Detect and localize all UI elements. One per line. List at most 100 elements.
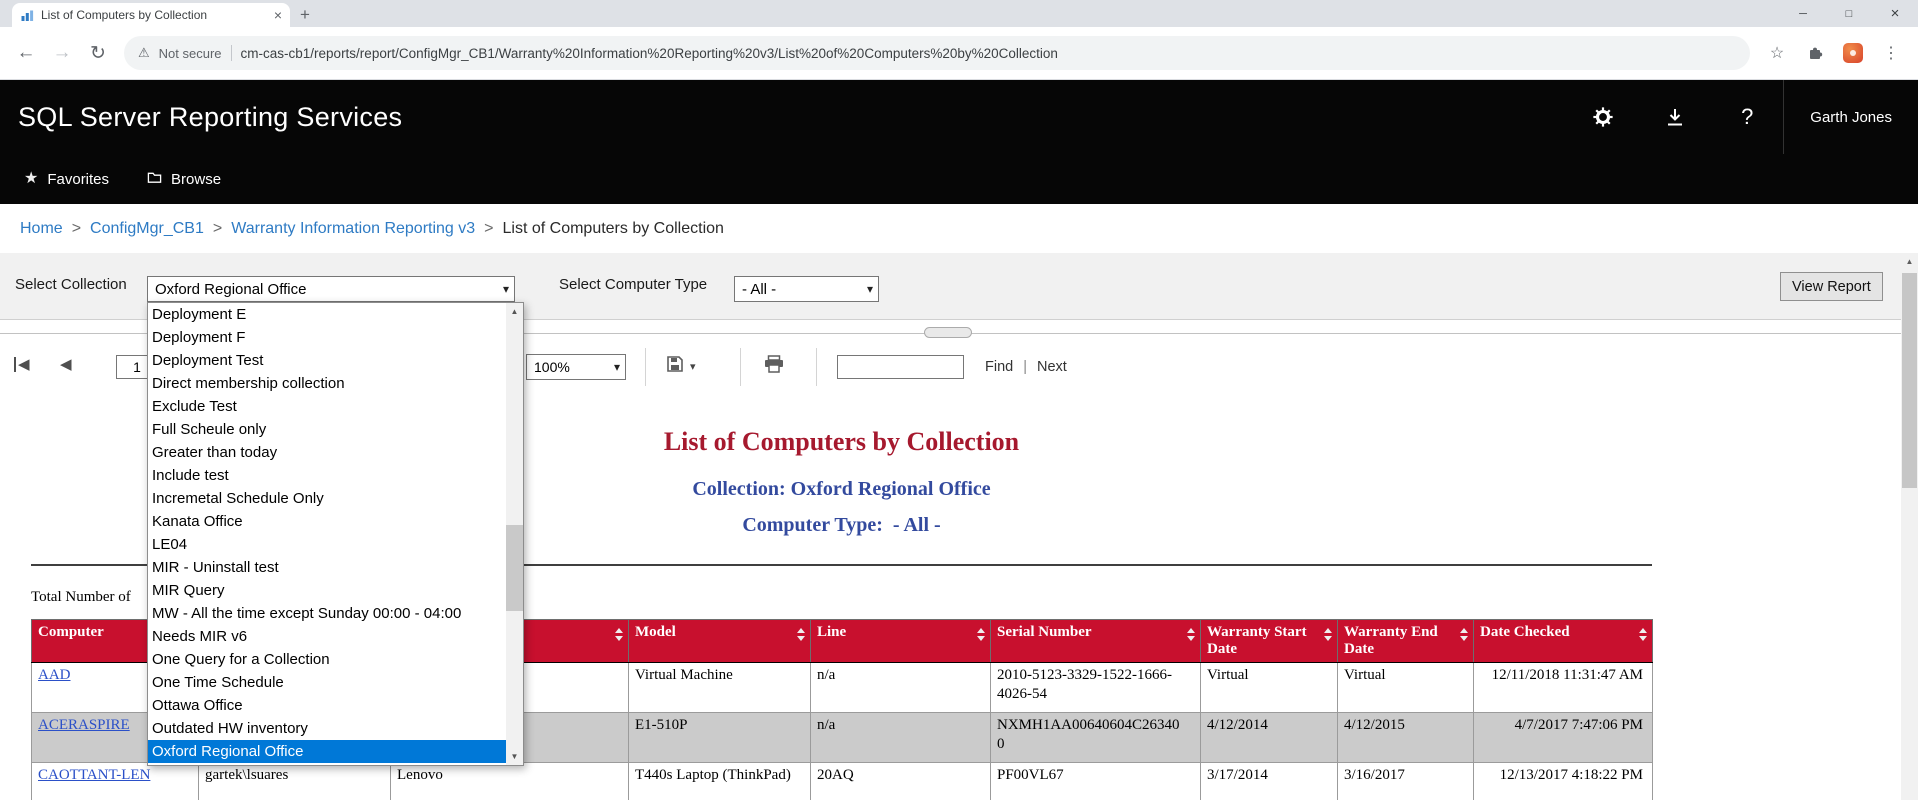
chevron-down-icon: ▾	[503, 282, 509, 296]
favorites-star-icon: ★	[24, 171, 38, 187]
warranty-start-cell: Virtual	[1201, 663, 1338, 713]
dropdown-option[interactable]: Direct membership collection	[148, 372, 506, 395]
scroll-up-icon[interactable]: ▲	[1901, 253, 1918, 270]
column-header-warranty-end[interactable]: Warranty End Date	[1338, 620, 1474, 663]
dropdown-scrollbar-thumb[interactable]	[506, 525, 523, 611]
browser-tab[interactable]: List of Computers by Collection ×	[12, 3, 290, 27]
next-link[interactable]: Next	[1037, 359, 1067, 375]
page-scrollbar-thumb[interactable]	[1902, 273, 1917, 488]
browse-nav-item[interactable]: Browse	[147, 170, 221, 189]
column-header-serial[interactable]: Serial Number	[991, 620, 1201, 663]
export-save-button[interactable]: ▾	[666, 355, 696, 378]
collection-select[interactable]: Oxford Regional Office ▾	[147, 276, 515, 302]
dropdown-option[interactable]: MW - All the time except Sunday 00:00 - …	[148, 602, 506, 625]
forward-button[interactable]: →	[46, 37, 78, 69]
breadcrumb-separator: >	[72, 220, 81, 238]
dropdown-option[interactable]: Exclude Test	[148, 395, 506, 418]
manufacturer-cell: Lenovo	[391, 763, 629, 800]
close-window-button[interactable]: ×	[1872, 0, 1918, 27]
dropdown-option[interactable]: LE04	[148, 533, 506, 556]
find-text-input[interactable]	[837, 355, 964, 379]
dropdown-option[interactable]: Ottawa Office	[148, 694, 506, 717]
computer-link[interactable]: CAOTTANT-LEN	[38, 767, 150, 783]
dropdown-option-selected[interactable]: Oxford Regional Office	[148, 740, 506, 763]
dropdown-option[interactable]: Greater than today	[148, 441, 506, 464]
browser-menu-icon[interactable]: ⋮	[1874, 37, 1908, 69]
maximize-button[interactable]: □	[1826, 0, 1872, 27]
breadcrumb-warranty-folder[interactable]: Warranty Information Reporting v3	[231, 220, 475, 238]
warranty-end-cell: 4/12/2015	[1338, 713, 1474, 763]
sort-icon	[1460, 628, 1469, 641]
warranty-end-cell: 3/16/2017	[1338, 763, 1474, 800]
browser-extension-icon[interactable]	[1836, 37, 1870, 69]
dropdown-option[interactable]: Deployment Test	[148, 349, 506, 372]
dropdown-option[interactable]: Outdated HW inventory	[148, 717, 506, 740]
breadcrumb-configmgr[interactable]: ConfigMgr_CB1	[90, 220, 204, 238]
favorites-nav-item[interactable]: ★ Favorites	[24, 171, 109, 188]
view-report-button[interactable]: View Report	[1780, 272, 1883, 301]
window-controls: ─ □ ×	[1780, 0, 1918, 27]
page-scrollbar[interactable]: ▲	[1901, 253, 1918, 800]
computer-link[interactable]: AAD	[38, 667, 71, 683]
zoom-value: 100%	[534, 359, 609, 375]
new-tab-button[interactable]: +	[290, 3, 320, 27]
dropdown-option[interactable]: Deployment E	[148, 303, 506, 326]
scroll-up-icon[interactable]: ▲	[506, 303, 523, 320]
column-label: Computer	[38, 624, 104, 640]
dropdown-option[interactable]: One Time Schedule	[148, 671, 506, 694]
zoom-select[interactable]: 100% ▾	[526, 354, 626, 380]
first-page-button[interactable]: ◀	[14, 357, 30, 372]
computer-link[interactable]: ACERASPIRE	[38, 717, 130, 733]
sort-icon	[1639, 628, 1648, 641]
sort-icon	[977, 628, 986, 641]
date-checked-cell: 4/7/2017 7:47:06 PM	[1474, 713, 1653, 763]
model-cell: T440s Laptop (ThinkPad)	[629, 763, 811, 800]
dropdown-option[interactable]: Kanata Office	[148, 510, 506, 533]
tab-close-icon[interactable]: ×	[274, 8, 282, 22]
column-header-line[interactable]: Line	[811, 620, 991, 663]
toolbar-separator	[645, 348, 646, 386]
dropdown-option[interactable]: Incremetal Schedule Only	[148, 487, 506, 510]
browser-tab-bar: List of Computers by Collection × + ─ □ …	[0, 0, 1918, 27]
serial-cell: NXMH1AA00640604C263400	[991, 713, 1201, 763]
collection-select-value: Oxford Regional Office	[155, 281, 498, 298]
dropdown-option[interactable]: MIR - Uninstall test	[148, 556, 506, 579]
scroll-down-icon[interactable]: ▼	[506, 748, 523, 765]
dropdown-option[interactable]: Deployment F	[148, 326, 506, 349]
extensions-puzzle-icon[interactable]	[1798, 37, 1832, 69]
browse-label: Browse	[171, 171, 221, 188]
download-icon[interactable]	[1639, 80, 1711, 154]
dropdown-scrollbar[interactable]: ▲ ▼	[506, 303, 523, 765]
computer-type-select[interactable]: - All - ▾	[734, 276, 879, 302]
minimize-button[interactable]: ─	[1780, 0, 1826, 27]
dropdown-option[interactable]: Include test	[148, 464, 506, 487]
column-header-warranty-start[interactable]: Warranty Start Date	[1201, 620, 1338, 663]
help-icon[interactable]: ?	[1711, 80, 1783, 154]
print-button[interactable]	[764, 355, 784, 378]
column-header-date-checked[interactable]: Date Checked	[1474, 620, 1653, 663]
back-button[interactable]: ←	[10, 37, 42, 69]
bookmark-star-icon[interactable]: ☆	[1760, 37, 1794, 69]
user-name[interactable]: Garth Jones	[1783, 80, 1918, 154]
breadcrumb-home[interactable]: Home	[20, 220, 63, 238]
address-bar[interactable]: ⚠ Not secure cm-cas-cb1/reports/report/C…	[124, 36, 1750, 70]
refresh-button[interactable]: ↻	[82, 37, 114, 69]
chevron-down-icon: ▾	[614, 360, 620, 374]
column-header-model[interactable]: Model	[629, 620, 811, 663]
column-label: Date Checked	[1480, 624, 1570, 640]
report-favicon-icon	[20, 8, 34, 22]
screen: List of Computers by Collection × + ─ □ …	[0, 0, 1918, 800]
dropdown-option[interactable]: Needs MIR v6	[148, 625, 506, 648]
previous-page-button[interactable]: ◀	[60, 357, 72, 372]
dropdown-options: Deployment E Deployment F Deployment Tes…	[148, 303, 506, 765]
dropdown-option[interactable]: Full Scheule only	[148, 418, 506, 441]
warranty-end-cell: Virtual	[1338, 663, 1474, 713]
dropdown-option[interactable]: MIR Query	[148, 579, 506, 602]
line-cell: n/a	[811, 663, 991, 713]
column-label: Serial Number	[997, 624, 1092, 640]
parameter-splitter-handle[interactable]	[924, 327, 972, 338]
dropdown-option[interactable]: One Query for a Collection	[148, 648, 506, 671]
settings-gear-icon[interactable]	[1567, 80, 1639, 154]
sort-icon	[1187, 628, 1196, 641]
find-link[interactable]: Find	[985, 359, 1013, 375]
